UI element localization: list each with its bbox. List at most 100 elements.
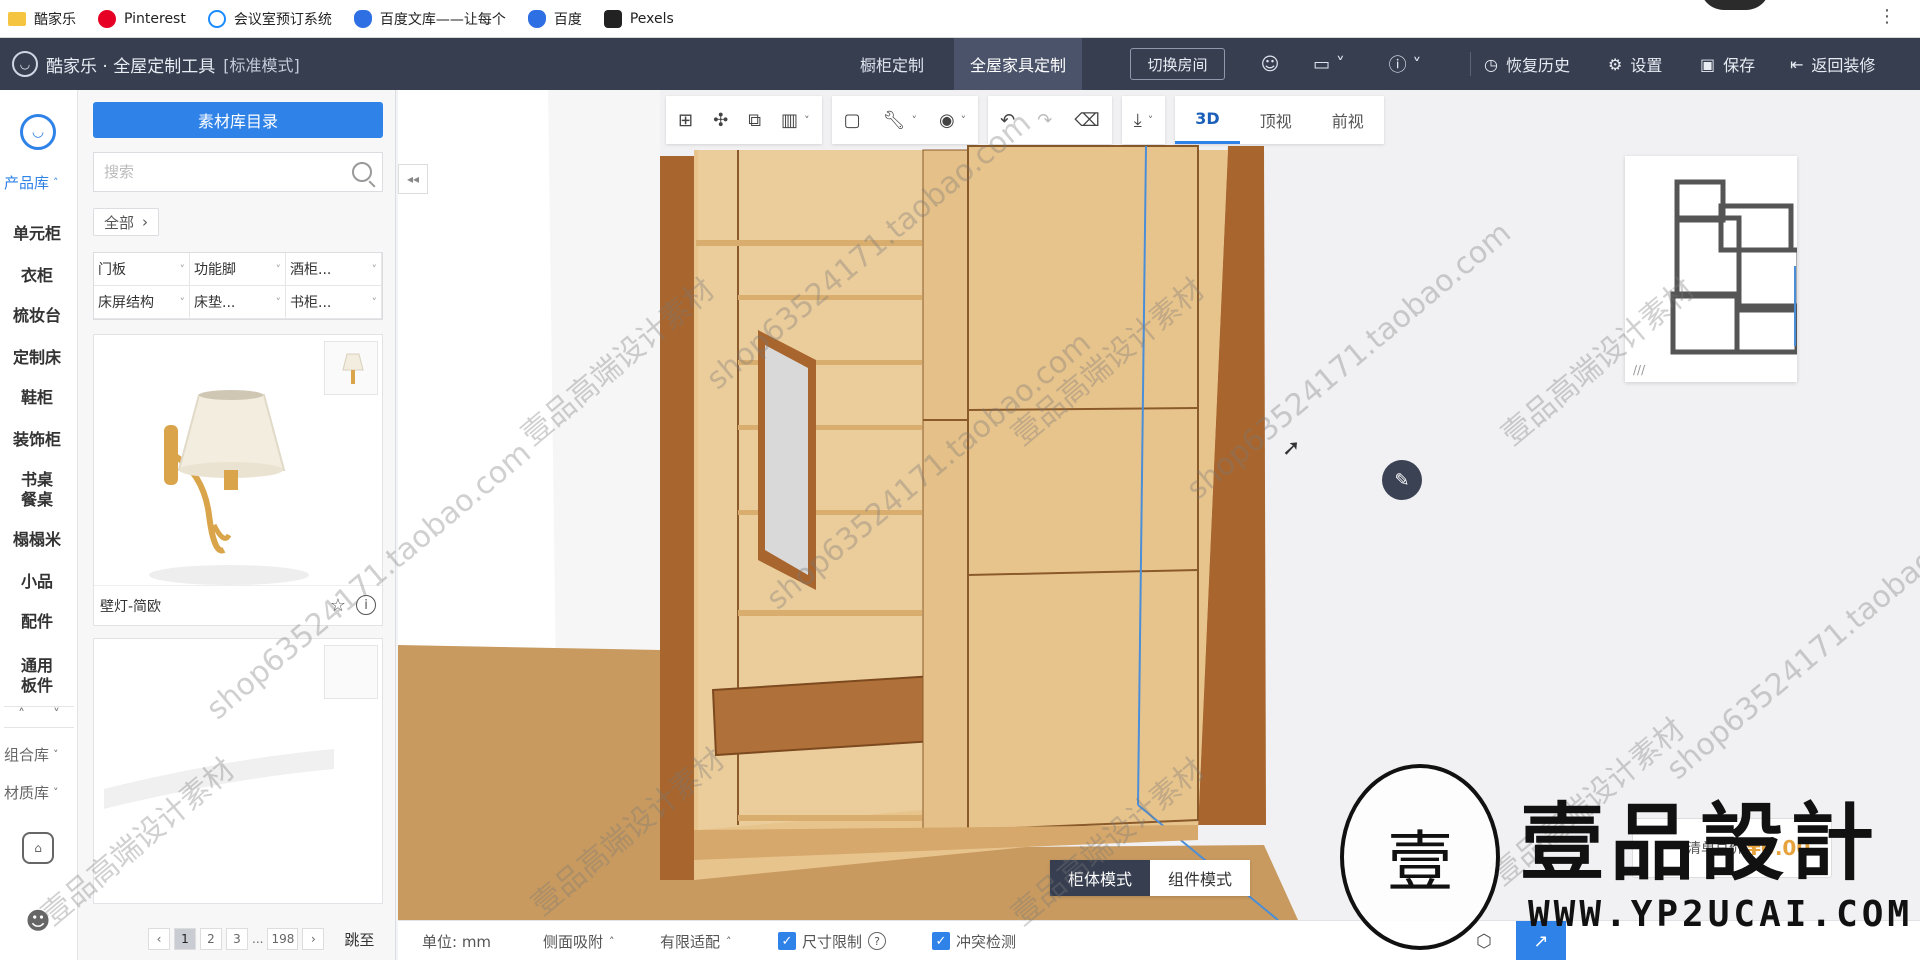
chevron-down-icon: ˅ (275, 262, 282, 276)
page-button[interactable]: 198 (267, 928, 299, 950)
bookmark-pexels[interactable]: Pexels (603, 9, 674, 28)
jump-to-label[interactable]: 跳至 (344, 929, 374, 950)
checkbox-checked-icon[interactable]: ✓ (778, 932, 796, 950)
bookmark-kujiale-folder[interactable]: 酷家乐 (8, 9, 76, 29)
combo-lib-label: 组合库 (4, 746, 50, 764)
category-function-foot[interactable]: 功能脚 ˅ (190, 253, 286, 286)
eraser-icon[interactable]: ⌫ (1074, 110, 1099, 131)
copy-icon[interactable]: ⧉ (748, 110, 761, 131)
chevron-down-icon: ˅ (53, 748, 59, 761)
bookmark-label: 百度文库——让每个 (379, 11, 506, 28)
component-mode-button[interactable]: 组件模式 (1150, 860, 1250, 896)
user-icon[interactable]: ☻ (22, 905, 54, 937)
thumbnail[interactable] (324, 341, 378, 395)
collapse-panel-button[interactable]: ◂◂ (398, 164, 428, 194)
bookmark-baidu[interactable]: 百度 (527, 9, 582, 29)
product-lib-tab[interactable]: 产品库 ˄ (0, 172, 78, 193)
rail-item-dresser[interactable]: 梳妆台 (0, 306, 74, 326)
product-card[interactable]: 壁灯-简欧 ☆ i (93, 334, 383, 626)
sliding-door[interactable] (967, 145, 1199, 832)
search-icon[interactable] (352, 162, 372, 182)
rail-item-unit-cabinet[interactable]: 单元柜 (0, 224, 74, 244)
chevron-down-icon[interactable]: ˅ (911, 114, 917, 127)
download-icon[interactable]: ⤓ (1134, 110, 1142, 131)
settings-button[interactable]: ⚙ 设置 (1608, 38, 1662, 90)
category-door-panel[interactable]: 门板 ˅ (94, 253, 190, 286)
floor-plan-minimap[interactable]: /// (1625, 156, 1802, 382)
switch-room-button[interactable]: 切换房间 (1130, 48, 1225, 80)
message-icon[interactable]: ▭ ˅ (1306, 50, 1352, 78)
frame-icon[interactable]: ▢ (844, 110, 861, 131)
tab-furniture[interactable]: 全屋家具定制 (954, 38, 1082, 90)
rail-item-small-items[interactable]: 小品 (0, 572, 74, 592)
rail-item-custom-bed[interactable]: 定制床 (0, 348, 74, 368)
wrench-icon[interactable]: 🔧︎ (883, 110, 906, 131)
more-icon[interactable]: ⋮ (1878, 6, 1896, 27)
chevron-up-icon[interactable]: ˄ (18, 707, 25, 727)
eye-icon[interactable]: ◉ (939, 110, 955, 131)
back-button[interactable]: ⇤ 返回装修 (1790, 38, 1875, 90)
combo-lib-tab[interactable]: 组合库 ˅ (0, 744, 78, 765)
checkbox-checked-icon[interactable]: ✓ (932, 932, 950, 950)
next-page-button[interactable]: › (302, 928, 325, 950)
rail-item-desk[interactable]: 书桌 餐桌 (0, 470, 74, 510)
material-lib-tab[interactable]: 材质库 ˅ (0, 782, 78, 803)
rail-item-shoe-cabinet[interactable]: 鞋柜 (0, 388, 74, 408)
kujiale-icon (207, 9, 226, 28)
thumbnail[interactable] (324, 645, 378, 699)
chevron-down-icon[interactable]: ˅ (53, 707, 60, 727)
star-icon[interactable]: ☆ (330, 595, 346, 616)
page-button[interactable]: 1 (174, 928, 196, 950)
pencil-icon[interactable]: ✎ (1382, 460, 1422, 500)
limited-fit-dropdown[interactable]: 有限适配 ˄ (660, 921, 732, 960)
tab-top-view[interactable]: 顶视 (1239, 96, 1312, 144)
tab-cabinet[interactable]: 橱柜定制 (830, 38, 954, 90)
undo-icon[interactable]: ↶ (1000, 110, 1015, 131)
service-icon[interactable]: ☺ (1256, 50, 1284, 78)
tab-front-view[interactable]: 前视 (1311, 96, 1384, 144)
rail-item-tatami[interactable]: 榻榻米 (0, 530, 74, 550)
bookmark-meeting[interactable]: 会议室预订系统 (207, 9, 332, 29)
rail-item-decor-cabinet[interactable]: 装饰柜 (0, 430, 74, 450)
chevron-down-icon[interactable]: ˅ (804, 114, 810, 127)
prev-page-button[interactable]: ‹ (148, 928, 170, 950)
rail-item-wardrobe[interactable]: 衣柜 (0, 266, 74, 286)
chevron-down-icon[interactable]: ˅ (1148, 114, 1154, 127)
page-button[interactable]: 3 (226, 928, 248, 950)
shield-icon[interactable]: ◡ (20, 114, 56, 150)
side-snap-dropdown[interactable]: 侧面吸附 ˄ (543, 921, 615, 960)
product-card[interactable] (93, 638, 383, 904)
redo-icon[interactable]: ↷ (1037, 110, 1052, 131)
help-icon[interactable]: ? (868, 932, 887, 950)
category-wine-cabinet[interactable]: 酒柜... ˅ (286, 253, 382, 286)
cabinet-mode-button[interactable]: 柜体模式 (1050, 860, 1151, 896)
rail-item-accessories[interactable]: 配件 (0, 612, 74, 632)
home-icon[interactable]: ⌂ (22, 832, 54, 864)
rail-item-general-board[interactable]: 通用 板件 (0, 656, 74, 696)
layout-icon[interactable]: ▥ (781, 110, 798, 131)
bookmark-baidu-wenku[interactable]: 百度文库——让每个 (353, 9, 506, 29)
category-mattress[interactable]: 床垫... ˅ (190, 286, 286, 319)
rail-scroll[interactable]: ˄ ˅ (4, 706, 74, 728)
save-button[interactable]: ▣ 保存 (1700, 38, 1755, 90)
size-limit-checkbox[interactable]: ✓ 尺寸限制? (778, 921, 887, 960)
category-bookcase[interactable]: 书柜... ˅ (286, 286, 382, 319)
page-button[interactable]: 2 (200, 928, 222, 950)
search-input[interactable] (104, 163, 352, 181)
restore-history-button[interactable]: ◷ 恢复历史 (1484, 38, 1570, 90)
app-title: 酷家乐 · 全屋定制工具 (46, 56, 216, 77)
conflict-check-checkbox[interactable]: ✓ 冲突检测 (932, 921, 1016, 960)
chevron-down-icon[interactable]: ˅ (961, 114, 967, 127)
catalog-button[interactable]: 素材库目录 (93, 102, 383, 138)
bookmark-pinterest[interactable]: Pinterest (98, 9, 186, 28)
info-icon[interactable]: i (356, 595, 376, 615)
filter-all-button[interactable]: 全部 › (93, 208, 160, 236)
category-headboard[interactable]: 床屏结构 ˅ (94, 286, 190, 319)
limited-fit-label: 有限适配 (660, 932, 721, 951)
baidu-icon (353, 9, 372, 28)
fan-icon[interactable]: ✣ (713, 110, 728, 131)
profile-avatar[interactable] (1700, 0, 1770, 10)
tab-3d[interactable]: 3D (1175, 96, 1240, 144)
grid-icon[interactable]: ⊞ (678, 110, 693, 131)
help-icon[interactable]: ⓘ ˅ (1382, 50, 1428, 78)
